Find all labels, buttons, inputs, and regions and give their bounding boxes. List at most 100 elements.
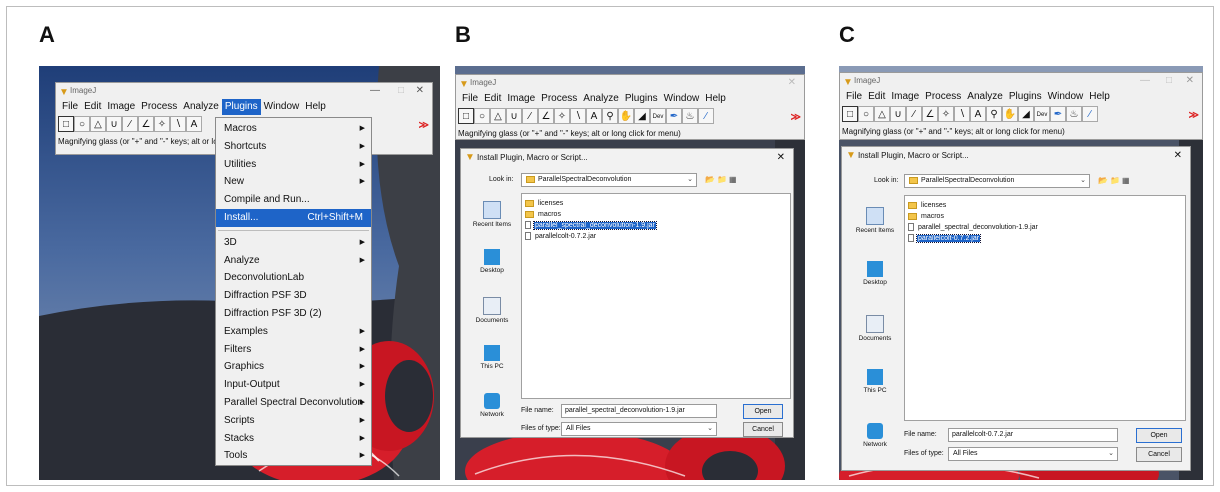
plugins-menu-item[interactable]: Macros ▶ (216, 120, 371, 138)
dialog-close-icon[interactable]: ✕ (1174, 147, 1182, 165)
new-folder-icon[interactable]: 📁 (1110, 176, 1120, 185)
menu-help[interactable]: Help (302, 99, 329, 115)
dev-tool-icon[interactable]: Dev (1034, 106, 1050, 122)
file-item[interactable]: parallelcolt-0.7.2.jar (905, 233, 1185, 244)
magnifier-tool-icon[interactable]: ⚲ (602, 108, 618, 124)
flood-fill-icon[interactable]: ♨ (682, 108, 698, 124)
place-recent-items[interactable]: Recent Items (467, 201, 517, 228)
dropper-tool-icon[interactable]: ◢ (1018, 106, 1034, 122)
plugins-menu-item[interactable]: 3D ▶ (216, 234, 371, 252)
menu-plugins[interactable]: Plugins (1006, 89, 1045, 105)
menu-file[interactable]: File (59, 99, 81, 115)
place-network[interactable]: Network (467, 393, 517, 418)
open-button[interactable]: Open (743, 404, 783, 419)
menu-plugins[interactable]: Plugins (622, 91, 661, 107)
maximize-icon[interactable]: □ (398, 83, 404, 99)
look-in-combo[interactable]: ParallelSpectralDeconvolution ⌄ (904, 174, 1090, 188)
place-desktop[interactable]: Desktop (467, 249, 517, 274)
plugins-menu-item[interactable]: DeconvolutionLab (216, 269, 371, 287)
dev-tool-icon[interactable]: Dev (650, 108, 666, 124)
menu-file[interactable]: File (459, 91, 481, 107)
plugins-menu-item[interactable]: Compile and Run... (216, 191, 371, 209)
close-icon[interactable]: ✕ (788, 75, 796, 91)
plugins-menu-item[interactable]: Scripts ▶ (216, 412, 371, 430)
folder-item[interactable]: macros (522, 209, 790, 220)
wand-tool-icon[interactable]: ∖ (170, 116, 186, 132)
plugins-menu-item[interactable]: Tools ▶ (216, 447, 371, 465)
minimize-icon[interactable]: — (370, 83, 380, 99)
up-folder-icon[interactable]: 📂 (705, 175, 715, 184)
plugins-menu-item[interactable]: Diffraction PSF 3D (2) (216, 305, 371, 323)
menu-window[interactable]: Window (661, 91, 703, 107)
cancel-button[interactable]: Cancel (1136, 447, 1182, 462)
polygon-tool-icon[interactable]: △ (490, 108, 506, 124)
point-tool-icon[interactable]: ✧ (154, 116, 170, 132)
polygon-tool-icon[interactable]: △ (874, 106, 890, 122)
flood-fill-icon[interactable]: ♨ (1066, 106, 1082, 122)
menu-window[interactable]: Window (1045, 89, 1087, 105)
plugins-menu-item[interactable]: Utilities ▶ (216, 156, 371, 174)
plugins-menu-item[interactable]: Shortcuts ▶ (216, 138, 371, 156)
hand-tool-icon[interactable]: ✋ (1002, 106, 1018, 122)
text-tool-icon[interactable]: A (586, 108, 602, 124)
menu-process[interactable]: Process (538, 91, 580, 107)
more-tools-icon[interactable]: ≫ (419, 118, 429, 134)
folder-item[interactable]: licenses (905, 200, 1185, 211)
hand-tool-icon[interactable]: ✋ (618, 108, 634, 124)
line-tool-icon[interactable]: ∕ (522, 108, 538, 124)
open-button[interactable]: Open (1136, 428, 1182, 443)
wand-tool-icon[interactable]: ∖ (954, 106, 970, 122)
menu-file[interactable]: File (843, 89, 865, 105)
freehand-tool-icon[interactable]: ∪ (506, 108, 522, 124)
files-of-type-select[interactable]: All Files ⌄ (948, 447, 1118, 461)
plugins-menu-item[interactable]: Graphics ▶ (216, 358, 371, 376)
menu-help[interactable]: Help (702, 91, 729, 107)
text-tool-icon[interactable]: A (186, 116, 202, 132)
rectangle-tool-icon[interactable]: □ (58, 116, 74, 132)
menu-analyze[interactable]: Analyze (580, 91, 622, 107)
menu-edit[interactable]: Edit (81, 99, 104, 115)
menu-help[interactable]: Help (1086, 89, 1113, 105)
menu-edit[interactable]: Edit (865, 89, 888, 105)
file-item[interactable]: parallel_spectral_deconvolution-1.9.jar (905, 222, 1185, 233)
plugins-menu-item[interactable]: Examples ▶ (216, 323, 371, 341)
plugins-menu-item[interactable]: Input-Output ▶ (216, 376, 371, 394)
oval-tool-icon[interactable]: ○ (858, 106, 874, 122)
place-documents[interactable]: Documents (467, 297, 517, 324)
menu-image[interactable]: Image (888, 89, 922, 105)
up-folder-icon[interactable]: 📂 (1098, 176, 1108, 185)
line-tool-icon[interactable]: ∕ (122, 116, 138, 132)
plugins-menu-item[interactable]: Diffraction PSF 3D (216, 287, 371, 305)
wand-tool-icon[interactable]: ∖ (570, 108, 586, 124)
menu-analyze[interactable]: Analyze (180, 99, 222, 115)
rectangle-tool-icon[interactable]: □ (458, 108, 474, 124)
line-tool-icon[interactable]: ∕ (906, 106, 922, 122)
freehand-tool-icon[interactable]: ∪ (106, 116, 122, 132)
pipette-icon[interactable]: ∕ (1082, 106, 1098, 122)
place-desktop[interactable]: Desktop (850, 261, 900, 286)
place-this-pc[interactable]: This PC (850, 369, 900, 394)
menu-plugins[interactable]: Plugins (221, 99, 261, 115)
close-icon[interactable]: ✕ (416, 83, 424, 99)
dialog-close-icon[interactable]: ✕ (777, 149, 785, 167)
brush-tool-icon[interactable]: ✒ (1050, 106, 1066, 122)
menu-image[interactable]: Image (104, 99, 138, 115)
menu-process[interactable]: Process (922, 89, 964, 105)
files-of-type-select[interactable]: All Files ⌄ (561, 422, 717, 436)
oval-tool-icon[interactable]: ○ (474, 108, 490, 124)
polygon-tool-icon[interactable]: △ (90, 116, 106, 132)
menu-image[interactable]: Image (504, 91, 538, 107)
cancel-button[interactable]: Cancel (743, 422, 783, 437)
plugins-menu-item[interactable]: Install... Ctrl+Shift+M (216, 208, 371, 227)
file-name-input[interactable]: parallel_spectral_deconvolution-1.9.jar (561, 404, 717, 418)
pipette-icon[interactable]: ∕ (698, 108, 714, 124)
place-documents[interactable]: Documents (850, 315, 900, 342)
rectangle-tool-icon[interactable]: □ (842, 106, 858, 122)
text-tool-icon[interactable]: A (970, 106, 986, 122)
menu-analyze[interactable]: Analyze (964, 89, 1006, 105)
menu-process[interactable]: Process (138, 99, 180, 115)
point-tool-icon[interactable]: ✧ (554, 108, 570, 124)
more-tools-icon[interactable]: ≫ (791, 110, 801, 126)
dropper-tool-icon[interactable]: ◢ (634, 108, 650, 124)
plugins-menu-item[interactable]: New ▶ (216, 173, 371, 191)
